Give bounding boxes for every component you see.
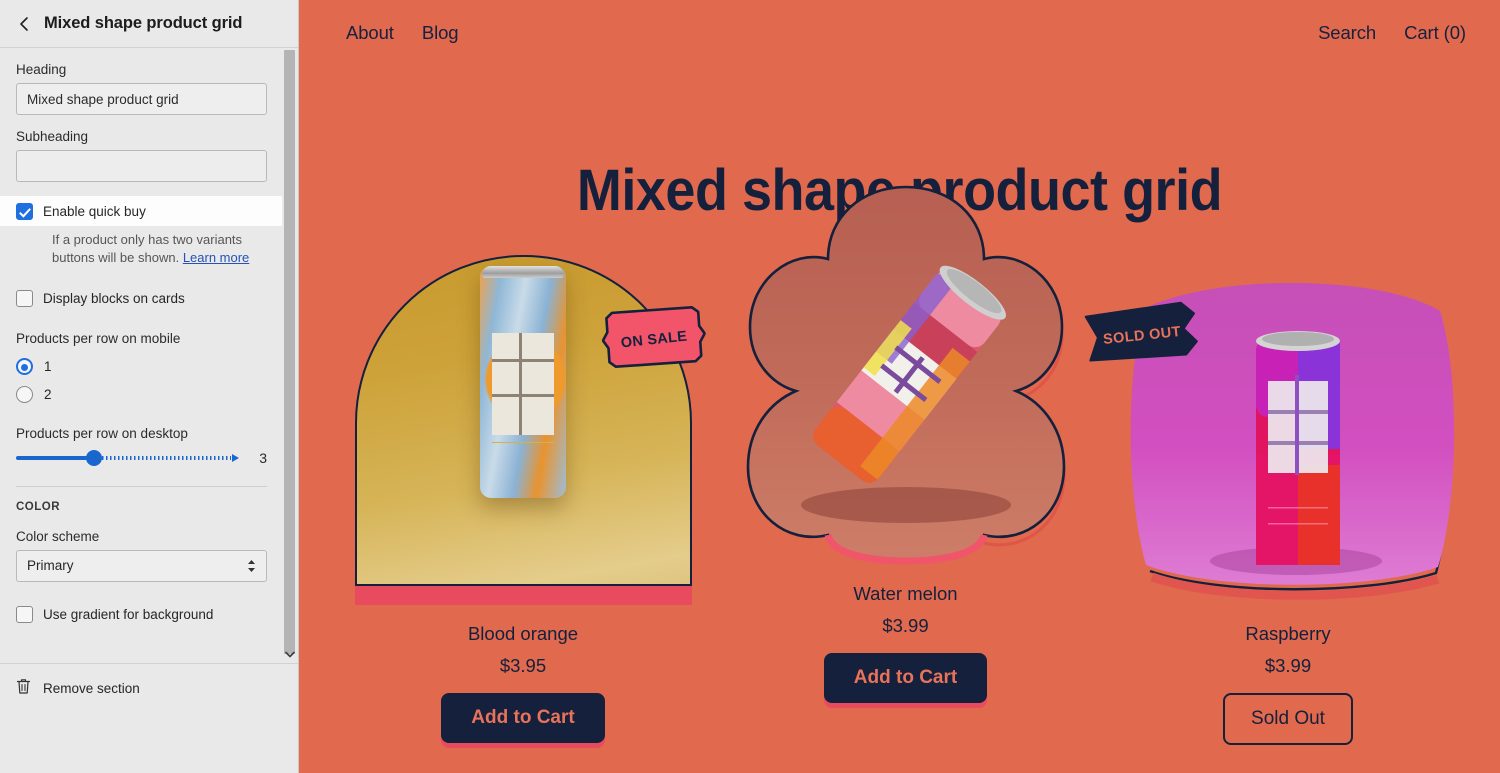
- chevron-left-icon[interactable]: [14, 14, 34, 34]
- subheading-field-label: Subheading: [16, 129, 89, 144]
- use-gradient-checkbox[interactable]: [16, 606, 33, 624]
- product-media-squircle[interactable]: SOLD OUT: [1084, 255, 1458, 605]
- chevron-updown-icon: [247, 559, 256, 573]
- products-per-row-desktop-slider[interactable]: 3: [16, 448, 267, 468]
- display-blocks-checkbox[interactable]: [16, 290, 33, 308]
- enable-quick-buy-checkbox[interactable]: [16, 202, 33, 220]
- mobile-radio-option-2[interactable]: 2: [16, 381, 267, 409]
- use-gradient-label: Use gradient for background: [43, 607, 214, 623]
- on-sale-badge: ON SALE: [599, 303, 707, 375]
- product-grid: ON SALE Blood orange $3.95 Add to Cart W…: [333, 185, 1478, 745]
- slider-filled-track: [16, 456, 94, 460]
- heading-field-label: Heading: [16, 62, 67, 77]
- subheading-input[interactable]: [16, 150, 267, 182]
- remove-section-label: Remove section: [43, 680, 140, 696]
- heading-input[interactable]: [16, 83, 267, 115]
- sidebar-footer: Remove section: [0, 663, 298, 773]
- theme-editor-screen: Mixed shape product grid Heading Subhead…: [0, 0, 1500, 773]
- add-to-cart-button[interactable]: Add to Cart: [441, 693, 605, 743]
- product-meta: Raspberry $3.99 Sold Out: [1098, 623, 1478, 745]
- sidebar-title: Mixed shape product grid: [44, 14, 243, 32]
- chevron-down-icon[interactable]: [282, 646, 297, 662]
- mobile-radio-2[interactable]: [16, 386, 33, 404]
- product-card: Water melon $3.99 Add to Cart: [716, 175, 1096, 703]
- enable-quick-buy-label: Enable quick buy: [43, 203, 146, 219]
- nav-link-about[interactable]: About: [346, 22, 394, 44]
- nav-link-cart[interactable]: Cart (0): [1404, 22, 1466, 44]
- arch-shape: ON SALE: [354, 255, 706, 605]
- sold-out-badge: SOLD OUT: [1083, 299, 1201, 371]
- color-scheme-select[interactable]: Primary: [16, 549, 267, 582]
- use-gradient-row[interactable]: Use gradient for background: [16, 600, 267, 630]
- storefront-preview: About Blog Search Cart (0) Mixed shape p…: [299, 0, 1500, 773]
- trash-icon: [16, 678, 31, 698]
- slider-track[interactable]: [16, 448, 240, 468]
- display-blocks-label: Display blocks on cards: [43, 291, 185, 307]
- remove-section-button[interactable]: Remove section: [16, 678, 282, 698]
- slider-end-arrow-icon: [232, 453, 240, 462]
- slider-value: 3: [259, 449, 267, 466]
- product-title[interactable]: Blood orange: [333, 623, 713, 645]
- product-price: $3.99: [1264, 655, 1312, 676]
- slider-tick-track: [94, 456, 232, 461]
- product-card: SOLD OUT Raspberry $3.99 Sold Out: [1084, 215, 1478, 745]
- product-meta: Water melon $3.99 Add to Cart: [716, 583, 1096, 703]
- products-per-row-desktop-label: Products per row on desktop: [16, 425, 188, 441]
- nav-link-blog[interactable]: Blog: [422, 22, 459, 44]
- quick-buy-help-text: If a product only has two variants butto…: [52, 231, 274, 268]
- sidebar-scrollbar-thumb[interactable]: [284, 50, 295, 654]
- sidebar-scroll-area: Heading Subheading Enable quick buy If a…: [0, 48, 298, 663]
- mobile-radio-2-label: 2: [44, 387, 52, 403]
- products-per-row-mobile-label: Products per row on mobile: [16, 330, 181, 346]
- nav-right-links: Search Cart (0): [1318, 22, 1466, 44]
- slider-thumb[interactable]: [86, 449, 102, 466]
- nav-link-search[interactable]: Search: [1318, 22, 1376, 44]
- product-image-blood-orange: [480, 266, 566, 498]
- mobile-radio-1-label: 1: [44, 359, 52, 375]
- settings-divider: [16, 485, 267, 487]
- mobile-radio-1[interactable]: [16, 358, 33, 376]
- product-card: ON SALE Blood orange $3.95 Add to Cart: [333, 215, 713, 743]
- learn-more-link[interactable]: Learn more: [183, 250, 249, 265]
- color-scheme-label: Color scheme: [16, 528, 100, 544]
- product-price: $3.95: [499, 655, 547, 676]
- product-meta: Blood orange $3.95 Add to Cart: [333, 623, 713, 743]
- clover-shape: [736, 175, 1076, 565]
- sidebar-scrollbar[interactable]: [282, 48, 297, 663]
- arch-accent-bar: [354, 584, 692, 605]
- section-settings-sidebar: Mixed shape product grid Heading Subhead…: [0, 0, 299, 773]
- product-title[interactable]: Water melon: [716, 583, 1096, 605]
- product-media-arch[interactable]: ON SALE: [353, 255, 706, 605]
- color-scheme-value: Primary: [27, 558, 74, 574]
- product-price: $3.99: [882, 615, 929, 636]
- store-nav: About Blog Search Cart (0): [299, 0, 1500, 66]
- product-title[interactable]: Raspberry: [1098, 623, 1478, 645]
- add-to-cart-button[interactable]: Add to Cart: [823, 653, 988, 703]
- sidebar-header: Mixed shape product grid: [0, 0, 298, 48]
- enable-quick-buy-row[interactable]: Enable quick buy: [0, 196, 283, 226]
- nav-left-links: About Blog: [346, 22, 459, 44]
- squircle-shape: SOLD OUT: [1084, 255, 1468, 605]
- color-section-heading: COLOR: [16, 500, 61, 513]
- product-media-clover[interactable]: [736, 175, 1076, 565]
- mobile-radio-option-1[interactable]: 1: [16, 353, 267, 381]
- display-blocks-row[interactable]: Display blocks on cards: [16, 284, 267, 314]
- sold-out-button[interactable]: Sold Out: [1223, 693, 1353, 745]
